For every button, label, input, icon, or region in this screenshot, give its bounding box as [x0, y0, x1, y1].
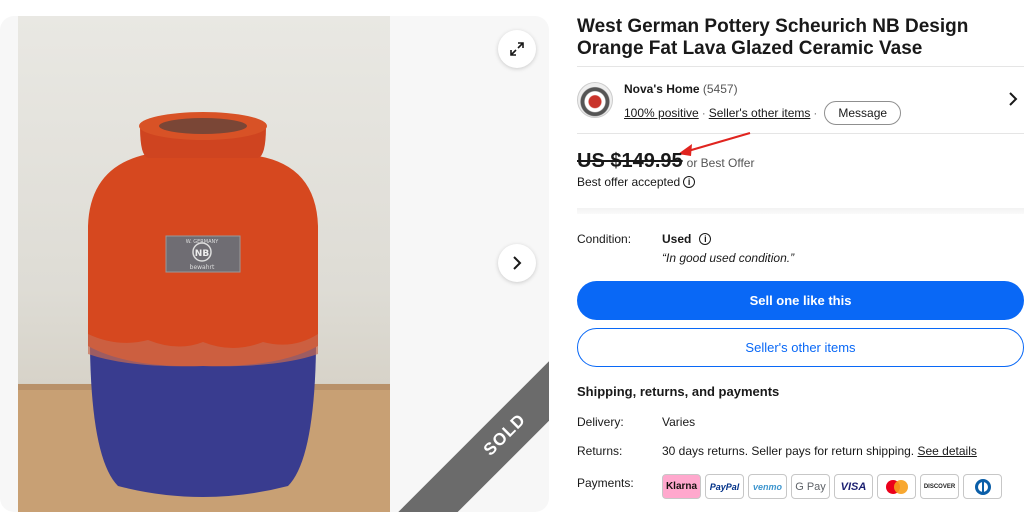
payments-label: Payments: — [577, 476, 634, 490]
listing-title: West German Pottery Scheurich NB Design … — [577, 16, 969, 59]
separator-dot: · — [813, 106, 818, 120]
seller-card[interactable]: Nova's Home (5457) 100% positive · Selle… — [577, 80, 1024, 125]
shipping-heading: Shipping, returns, and payments — [577, 384, 780, 399]
price-row: US $149.95 or Best Offer — [577, 150, 754, 173]
mastercard-icon — [877, 474, 916, 499]
delivery-label: Delivery: — [577, 415, 624, 429]
vase-label-mark: NB — [195, 249, 210, 259]
product-photo[interactable]: NB W. GERMANY bewahrt — [18, 16, 390, 512]
discover-icon: DISCOVER — [920, 474, 959, 499]
klarna-icon: Klarna — [662, 474, 701, 499]
visa-icon: VISA — [834, 474, 873, 499]
expand-icon — [510, 42, 524, 56]
payment-methods: Klarna PayPal venmo G Pay VISA DISCOVER — [662, 474, 1002, 499]
seller-avatar[interactable] — [577, 82, 613, 118]
seller-links: 100% positive · Seller's other items · M… — [624, 101, 902, 125]
returns-value: 30 days returns. Seller pays for return … — [662, 444, 977, 458]
next-image-button[interactable] — [498, 244, 536, 282]
condition-value: Used i — [662, 232, 712, 246]
vase-label-bottom: bewahrt — [190, 264, 215, 271]
sell-one-like-this-button[interactable]: Sell one like this — [577, 281, 1024, 320]
paypal-icon: PayPal — [705, 474, 744, 499]
diners-club-logo — [974, 478, 991, 495]
info-icon[interactable]: i — [683, 176, 696, 188]
best-offer-accepted: Best offer accepted i — [577, 175, 696, 189]
image-gallery: NB W. GERMANY bewahrt SOLD — [0, 16, 549, 512]
message-button[interactable]: Message — [824, 101, 902, 125]
best-offer-text: or Best Offer — [686, 156, 755, 170]
venmo-icon: venmo — [748, 474, 787, 499]
best-offer-accepted-text: Best offer accepted — [577, 175, 681, 189]
condition-value-text: Used — [662, 232, 692, 246]
diners-club-icon — [963, 474, 1002, 499]
divider — [577, 133, 1024, 134]
seller-positive-link[interactable]: 100% positive — [624, 106, 699, 120]
google-pay-icon: G Pay — [791, 474, 830, 499]
seller-name-text: Nova's Home — [624, 82, 700, 96]
delivery-value: Varies — [662, 415, 696, 429]
info-icon[interactable]: i — [699, 233, 712, 245]
chevron-right-icon[interactable] — [1008, 92, 1018, 106]
vase-label-top: W. GERMANY — [186, 239, 220, 245]
seller-feedback-count: (5457) — [702, 82, 738, 96]
seller-other-items-link[interactable]: Seller's other items — [709, 106, 811, 120]
section-divider — [577, 208, 1024, 214]
sold-label: SOLD — [479, 409, 530, 460]
see-details-link[interactable]: See details — [917, 444, 976, 458]
chevron-right-icon — [513, 256, 522, 270]
condition-label: Condition: — [577, 232, 632, 246]
seller-name[interactable]: Nova's Home (5457) — [624, 82, 738, 96]
sold-ribbon: SOLD — [387, 317, 549, 512]
expand-image-button[interactable] — [498, 30, 536, 68]
separator-dot: · — [701, 106, 706, 120]
returns-label: Returns: — [577, 444, 623, 458]
divider — [577, 66, 1024, 67]
sellers-other-items-button[interactable]: Seller's other items — [577, 328, 1024, 367]
vase-illustration: NB W. GERMANY bewahrt — [18, 112, 390, 512]
price: US $149.95 — [577, 150, 683, 172]
condition-note: “In good used condition.” — [662, 251, 795, 265]
returns-value-text: 30 days returns. Seller pays for return … — [662, 444, 915, 458]
mastercard-logo — [885, 479, 908, 494]
